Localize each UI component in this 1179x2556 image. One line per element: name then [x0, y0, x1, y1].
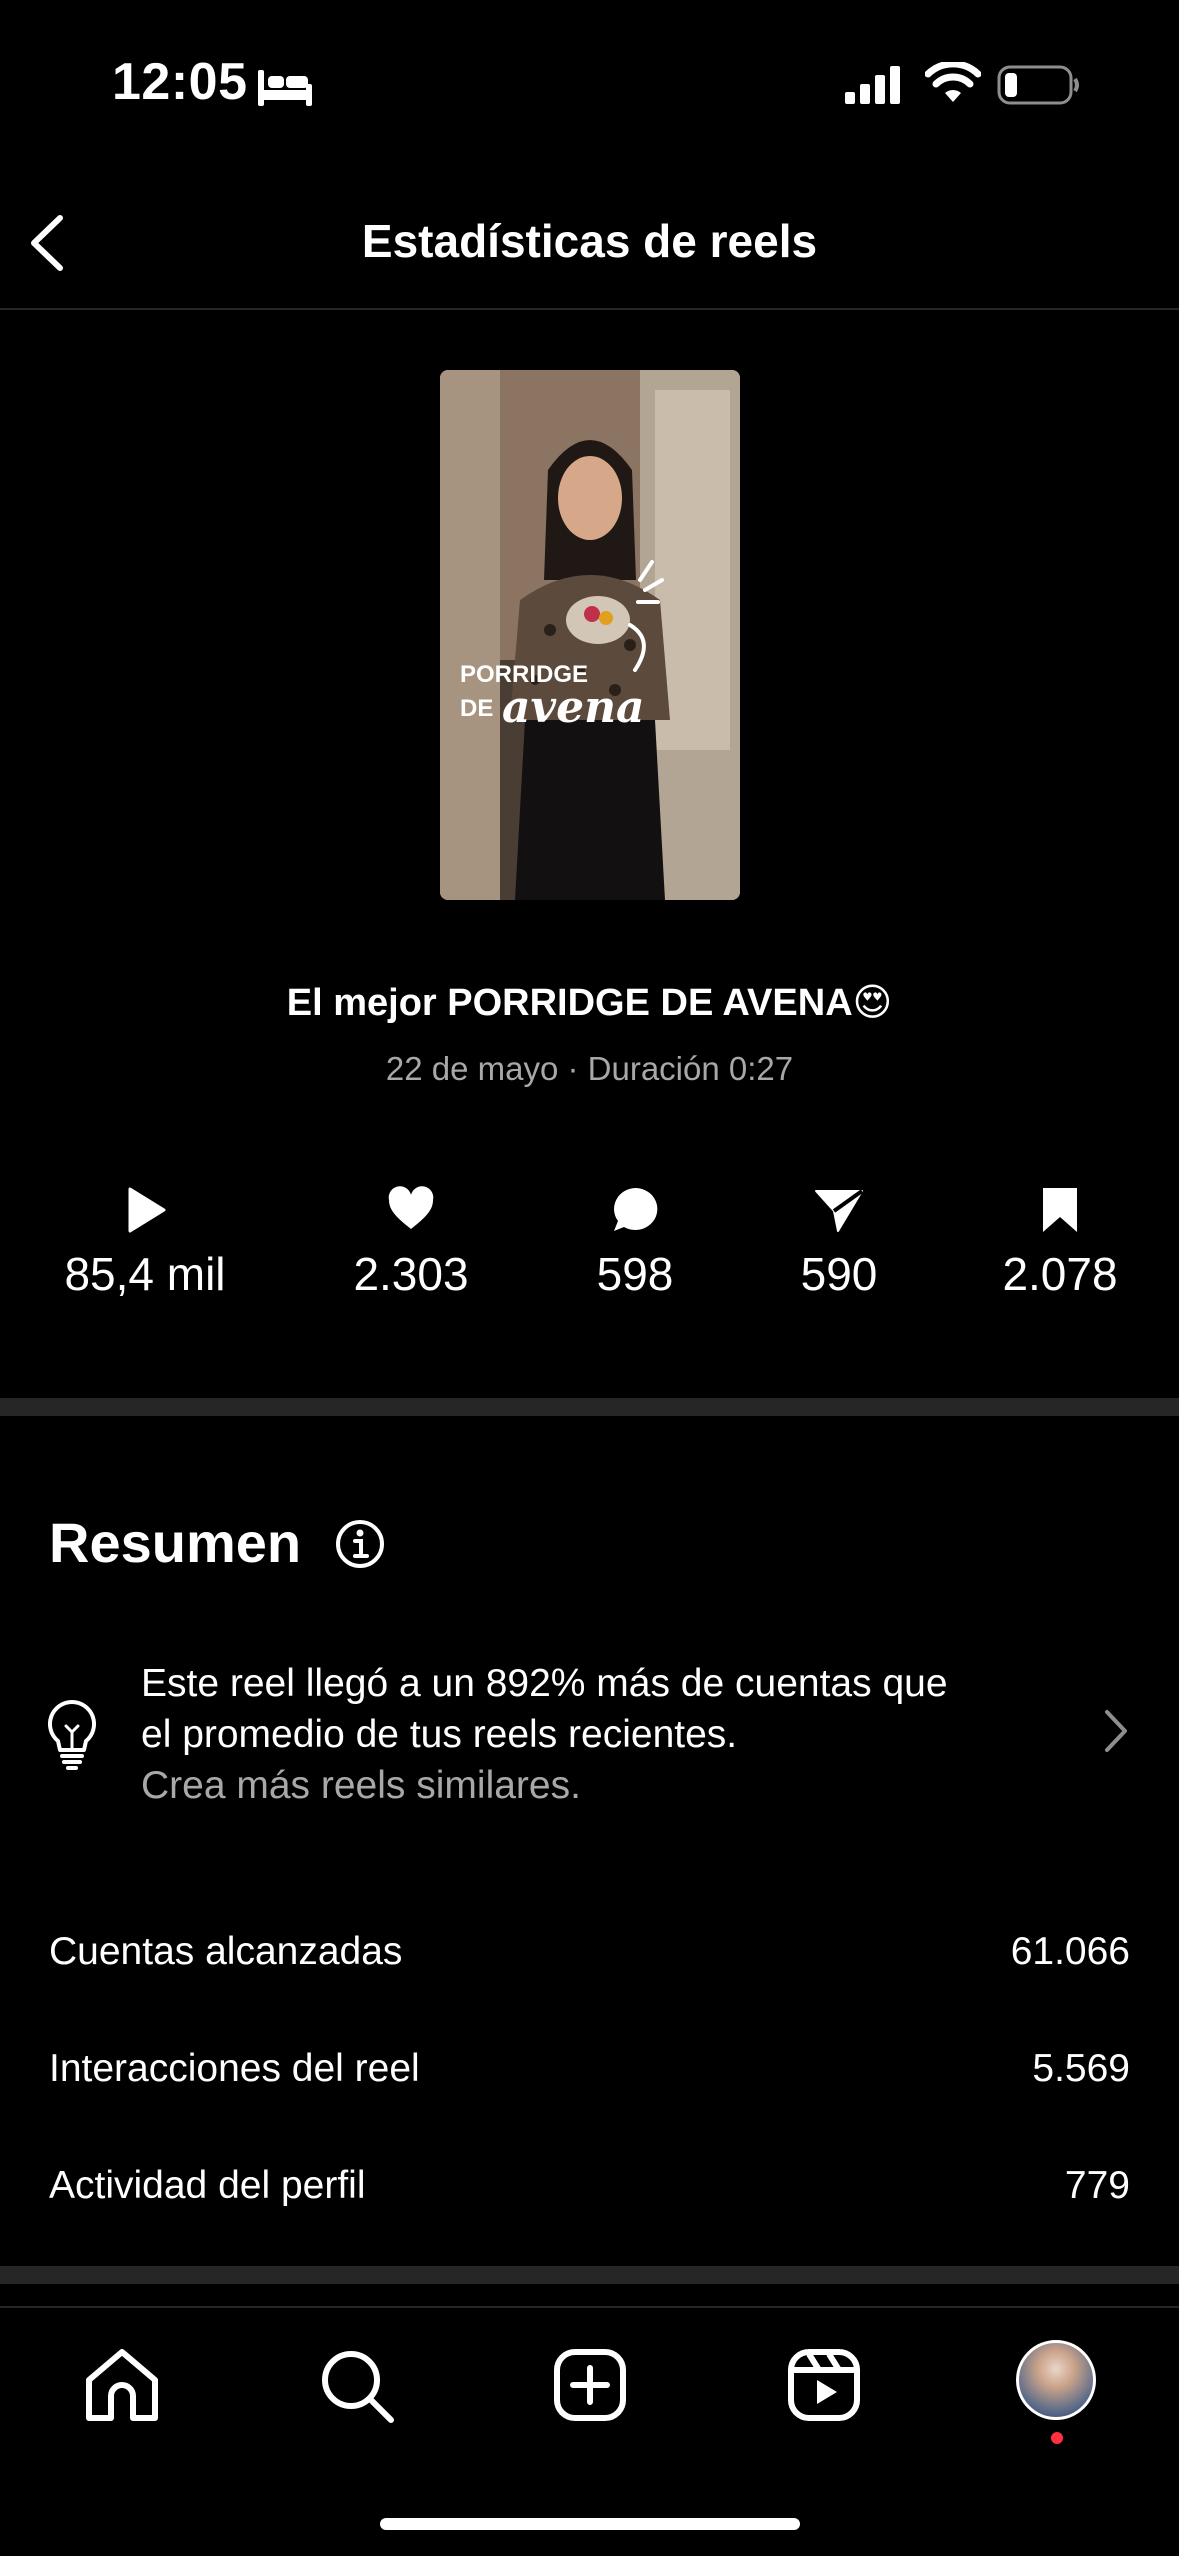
info-icon[interactable] — [334, 1518, 386, 1570]
sleep-focus-icon — [258, 70, 312, 106]
nav-search[interactable] — [311, 2340, 401, 2430]
metric-value: 61.066 — [1010, 1930, 1130, 1973]
insight-line-2: el promedio de tus reels recientes. — [141, 1713, 738, 1756]
comment-icon — [614, 1187, 658, 1231]
nav-reels[interactable] — [779, 2340, 869, 2430]
home-indicator[interactable] — [380, 2518, 800, 2530]
search-icon — [322, 2351, 394, 2423]
nav-divider — [0, 2306, 1179, 2308]
thumbnail-overlay-prefix: DE — [460, 695, 493, 722]
home-icon — [86, 2349, 158, 2421]
metric-label: Interacciones del reel — [49, 2047, 420, 2090]
chevron-right-icon — [1105, 1710, 1127, 1752]
stat-saves: 2.078 — [950, 1185, 1170, 1301]
stat-plays-value: 85,4 mil — [64, 1248, 226, 1300]
metric-value: 779 — [1064, 2164, 1130, 2207]
section-divider — [0, 2266, 1179, 2284]
status-time: 12:05 — [112, 53, 248, 111]
reel-caption: El mejor PORRIDGE DE AVENA😍 — [286, 982, 893, 1024]
stat-likes: 2.303 — [301, 1185, 521, 1301]
share-icon — [815, 1189, 864, 1232]
summary-title: Resumen — [49, 1511, 302, 1574]
metric-row-reel-interactions[interactable]: Interacciones del reel 5.569 — [49, 2034, 1130, 2104]
wifi-icon — [925, 62, 981, 102]
reel-meta: 22 de mayo · Duración 0:27 — [385, 1050, 794, 1087]
stat-comments: 598 — [525, 1185, 745, 1301]
insight-suggestion: Crea más reels similares. — [141, 1764, 581, 1807]
thumbnail-overlay-script: avena — [502, 682, 645, 733]
insight-line-1: Este reel llegó a un 892% más de cuentas… — [141, 1662, 948, 1705]
nav-home[interactable] — [77, 2340, 167, 2430]
stat-plays: 85,4 mil — [35, 1185, 255, 1301]
reels-icon — [788, 2349, 860, 2421]
bookmark-icon — [1043, 1188, 1077, 1232]
notification-dot — [1051, 2432, 1063, 2444]
nav-create[interactable] — [545, 2340, 635, 2430]
metric-value: 5.569 — [1032, 2047, 1130, 2090]
section-divider — [0, 1398, 1179, 1416]
reel-thumbnail-image: PORRIDGE DE avena — [440, 370, 740, 900]
cellular-signal-icon — [845, 66, 900, 104]
profile-avatar[interactable] — [1016, 2340, 1096, 2420]
heart-icon — [388, 1186, 434, 1229]
insight-text: Este reel llegó a un 892% más de cuentas… — [141, 1658, 1061, 1811]
metric-label: Cuentas alcanzadas — [49, 1930, 403, 1973]
stat-shares-value: 590 — [800, 1248, 878, 1300]
metric-label: Actividad del perfil — [49, 2164, 366, 2207]
metric-row-accounts-reached[interactable]: Cuentas alcanzadas 61.066 — [49, 1917, 1130, 1987]
lightbulb-icon — [47, 1699, 97, 1770]
header-divider — [0, 308, 1179, 310]
metric-row-profile-activity[interactable]: Actividad del perfil 779 — [49, 2151, 1130, 2221]
play-icon — [128, 1187, 166, 1233]
page-title: Estadísticas de reels — [361, 215, 818, 267]
stat-shares: 590 — [729, 1185, 949, 1301]
reel-thumbnail[interactable]: PORRIDGE DE avena — [440, 370, 740, 900]
stat-likes-value: 2.303 — [353, 1248, 469, 1300]
stat-saves-value: 2.078 — [1002, 1248, 1118, 1300]
stat-comments-value: 598 — [596, 1248, 674, 1300]
create-icon — [554, 2349, 626, 2421]
insight-row[interactable]: Este reel llegó a un 892% más de cuentas… — [0, 1640, 1179, 1820]
battery-icon — [997, 65, 1079, 105]
